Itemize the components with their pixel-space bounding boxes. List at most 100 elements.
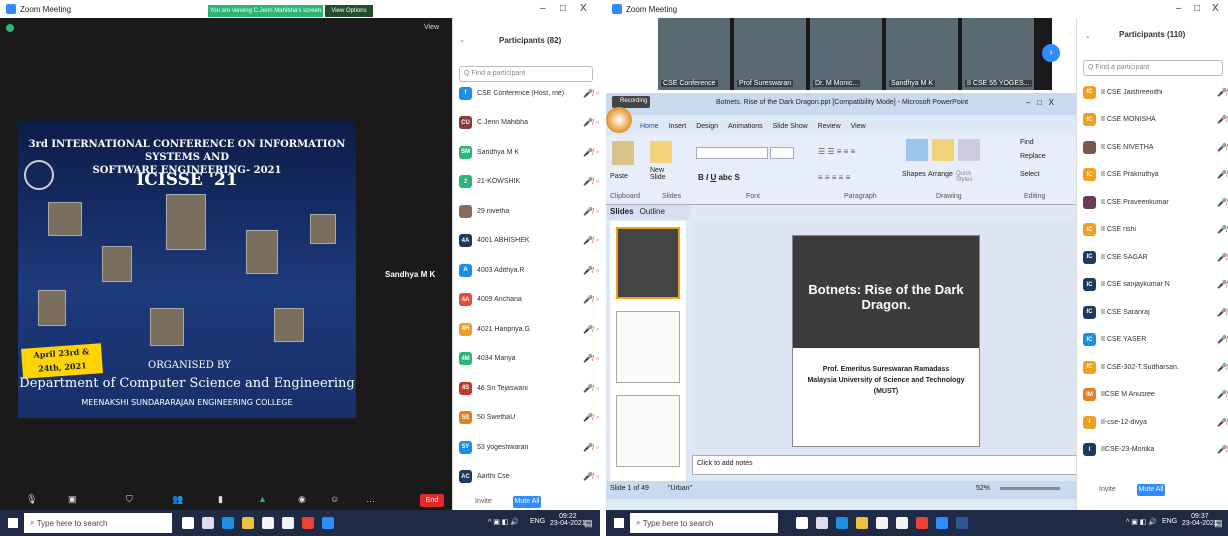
participant-row[interactable]: ICII CSE MONISHA🎤̸▫ xyxy=(1083,108,1228,132)
taskbar-search[interactable]: ⌕ Type here to search xyxy=(630,513,778,533)
video-off-icon[interactable]: ▫ xyxy=(596,295,599,304)
video-tile[interactable]: CSE Conference xyxy=(658,18,730,90)
participant-row[interactable]: ICII CSE YASER🎤̸▫ xyxy=(1083,328,1228,352)
ppt-window-controls[interactable]: – □ X xyxy=(1026,98,1054,107)
more-icon[interactable]: … xyxy=(366,494,375,504)
maximize-icon[interactable]: □ xyxy=(1194,3,1200,14)
tab-slides[interactable]: Slides xyxy=(610,207,634,217)
muted-mic-icon[interactable]: 🎤̸ xyxy=(583,177,593,186)
participant-row[interactable]: ICII CSE SAGAR🎤̸▫ xyxy=(1083,245,1228,269)
store-icon[interactable] xyxy=(262,517,274,529)
participant-row[interactable]: ICII CSE Jaishreenithi🎤̸▫ xyxy=(1083,80,1228,104)
bold-icon[interactable]: B I U abc S xyxy=(698,173,740,182)
muted-mic-icon[interactable]: 🎤̸ xyxy=(1217,115,1227,124)
muted-mic-icon[interactable]: 🎤̸ xyxy=(583,266,593,275)
office-button-icon[interactable] xyxy=(606,107,632,133)
record-icon[interactable]: ◉ xyxy=(298,494,306,505)
collapse-icon[interactable]: ⌄ xyxy=(1085,32,1091,40)
participant-row[interactable]: IMIICSE M Anusree🎤̸▫ xyxy=(1083,383,1228,407)
muted-mic-icon[interactable]: 🎤̸ xyxy=(583,118,593,127)
muted-mic-icon[interactable]: 🎤̸ xyxy=(1217,445,1227,454)
mute-icon[interactable]: 🎙 xyxy=(26,494,37,505)
invite-button[interactable]: Invite xyxy=(475,498,492,505)
muted-mic-icon[interactable]: 🎤̸ xyxy=(1217,253,1227,262)
language-indicator[interactable]: ENG xyxy=(1162,518,1177,525)
video-tile[interactable]: Sandhya M K xyxy=(886,18,958,90)
muted-mic-icon[interactable]: 🎤̸ xyxy=(583,354,593,363)
align-controls[interactable]: ≡ ≡ ≡ ≡ ≡ xyxy=(818,173,850,182)
close-icon[interactable]: X xyxy=(1212,3,1219,14)
ribbon-tab[interactable]: Review xyxy=(818,123,841,130)
thumbnail-slide-1[interactable] xyxy=(616,227,680,299)
video-off-icon[interactable]: ▫ xyxy=(596,148,599,157)
notification-icon[interactable]: ▤ xyxy=(1214,518,1223,529)
video-off-icon[interactable]: ▫ xyxy=(596,443,599,452)
mail-icon[interactable] xyxy=(282,517,294,529)
zoom-taskbar-icon[interactable] xyxy=(322,517,334,529)
end-button[interactable]: End xyxy=(420,494,444,507)
video-off-icon[interactable]: ▫ xyxy=(596,354,599,363)
participant-row[interactable]: II CSE Praveenkumar🎤̸▫ xyxy=(1083,190,1228,214)
zoom-slider[interactable] xyxy=(1000,487,1060,490)
participant-row[interactable]: ICII CSE Praknuthya🎤̸▫ xyxy=(1083,163,1228,187)
new-slide-icon[interactable] xyxy=(650,141,672,163)
participant-row[interactable]: 4S 46 Sri Tejaswani 🎤̸ ▫ xyxy=(459,379,599,397)
replace-button[interactable]: Replace xyxy=(1020,153,1046,160)
muted-mic-icon[interactable]: 🎤̸ xyxy=(583,325,593,334)
participant-row[interactable]: ICII CSE sanjaykumar N🎤̸▫ xyxy=(1083,273,1228,297)
video-off-icon[interactable]: ▫ xyxy=(596,384,599,393)
edge-icon[interactable] xyxy=(222,517,234,529)
find-participant-input[interactable]: Q Find a participant xyxy=(1083,60,1223,76)
muted-mic-icon[interactable]: 🎤̸ xyxy=(583,295,593,304)
minimize-icon[interactable]: – xyxy=(1176,3,1182,14)
video-off-icon[interactable]: ▫ xyxy=(596,472,599,481)
share-screen-icon[interactable]: ▲ xyxy=(258,494,267,504)
participant-row[interactable]: 4H 4021 Hanpriya.G 🎤̸ ▫ xyxy=(459,320,599,338)
muted-mic-icon[interactable]: 🎤̸ xyxy=(1217,198,1227,207)
paragraph-controls[interactable]: ☰ ☰ ≡ ≡ ≡ xyxy=(818,147,855,156)
muted-mic-icon[interactable]: 🎤̸ xyxy=(583,443,593,452)
participant-row[interactable]: 29 nivetha 🎤̸ ▫ xyxy=(459,202,599,220)
mail-icon[interactable] xyxy=(896,517,908,529)
mute-all-button[interactable]: Mute All xyxy=(1137,484,1165,496)
ribbon-tab[interactable]: Insert xyxy=(669,123,687,130)
participant-row[interactable]: SM Sandhya M K 🎤̸ ▫ xyxy=(459,143,599,161)
video-off-icon[interactable]: ▫ xyxy=(596,118,599,127)
paste-icon[interactable] xyxy=(612,141,634,165)
chat-icon[interactable]: ▮ xyxy=(218,494,223,505)
windows-start-icon[interactable] xyxy=(614,518,624,528)
zoom-taskbar-icon[interactable] xyxy=(936,517,948,529)
participant-row[interactable]: 4A 4009 Anchana 🎤̸ ▫ xyxy=(459,291,599,309)
video-tile[interactable]: Prof Sureswaran xyxy=(734,18,806,90)
participant-row[interactable]: ICII CSE Saranraj🎤̸▫ xyxy=(1083,300,1228,324)
participant-row[interactable]: CU C.Jerin Mahibha 🎤̸ ▫ xyxy=(459,114,599,132)
muted-mic-icon[interactable]: 🎤̸ xyxy=(1217,335,1227,344)
video-icon[interactable]: ▣ xyxy=(68,494,77,505)
participants-icon[interactable]: 👥 xyxy=(172,494,183,505)
participant-row[interactable]: 2 21-KOWSHIK 🎤̸ ▫ xyxy=(459,173,599,191)
notification-icon[interactable]: ▤ xyxy=(584,518,593,529)
reactions-icon[interactable]: ☺ xyxy=(330,494,339,504)
video-off-icon[interactable]: ▫ xyxy=(596,89,599,98)
task-view-icon[interactable] xyxy=(182,517,194,529)
find-button[interactable]: Find xyxy=(1020,139,1034,146)
participant-row[interactable]: 4M 4034 Manya 🎤̸ ▫ xyxy=(459,350,599,368)
find-participant-input[interactable]: Q Find a participant xyxy=(459,66,593,82)
invite-button[interactable]: Invite xyxy=(1099,486,1116,493)
participant-row[interactable]: 5S 50 SwethaU 🎤̸ ▫ xyxy=(459,409,599,427)
muted-mic-icon[interactable]: 🎤̸ xyxy=(583,472,593,481)
muted-mic-icon[interactable]: 🎤̸ xyxy=(1217,280,1227,289)
participant-row[interactable]: II CSE NIVETHA🎤̸▫ xyxy=(1083,135,1228,159)
zoom-level[interactable]: 52% xyxy=(976,485,990,492)
windows-start-icon[interactable] xyxy=(8,518,18,528)
thumbnail-slide-3[interactable] xyxy=(616,395,680,467)
file-explorer-icon[interactable] xyxy=(856,517,868,529)
video-off-icon[interactable]: ▫ xyxy=(596,266,599,275)
chrome-icon[interactable] xyxy=(302,517,314,529)
widgets-icon[interactable] xyxy=(202,517,214,529)
next-videos-icon[interactable]: › xyxy=(1042,44,1060,62)
shapes-icon[interactable] xyxy=(906,139,928,161)
muted-mic-icon[interactable]: 🎤̸ xyxy=(583,413,593,422)
close-icon[interactable]: X xyxy=(580,3,587,14)
word-icon[interactable] xyxy=(956,517,968,529)
